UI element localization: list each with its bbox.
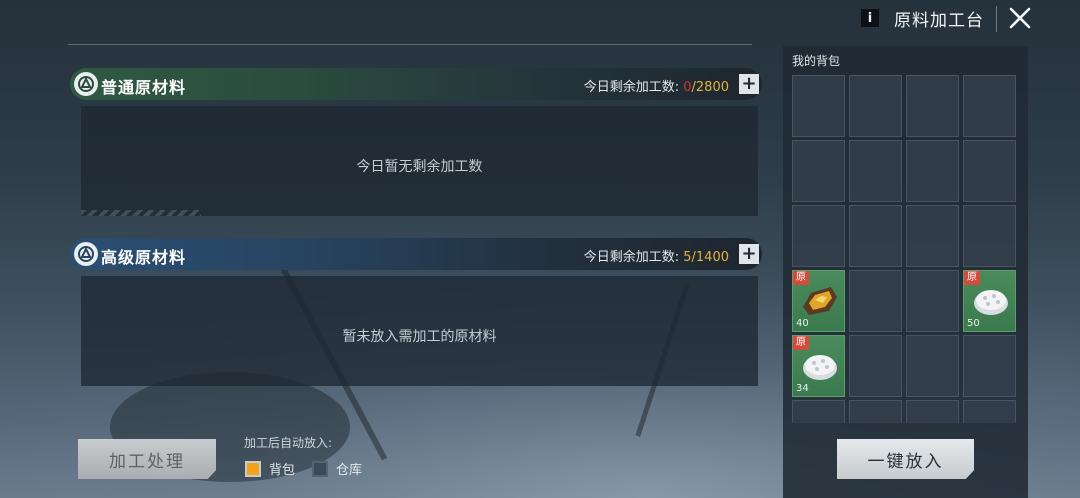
- backpack-slot[interactable]: [963, 335, 1016, 397]
- backpack-grid: 原 40 原 50 原 34: [792, 75, 1020, 423]
- item-count: 50: [967, 318, 980, 329]
- daily-quota: 今日剩余加工数: 0/2800: [584, 76, 729, 95]
- section-body: 今日暂无剩余加工数: [81, 106, 758, 216]
- divider: [68, 44, 752, 45]
- raw-material-tag: 原: [793, 271, 809, 285]
- checkbox-icon: [312, 460, 328, 477]
- backpack-slot[interactable]: [963, 400, 1016, 423]
- backpack-slot[interactable]: [963, 205, 1016, 267]
- one-click-fill-button[interactable]: 一键放入: [837, 439, 974, 479]
- quota-current: 5: [683, 250, 692, 265]
- checkbox-icon: [245, 460, 261, 477]
- empty-message: 今日暂无剩余加工数: [356, 159, 483, 175]
- option-label: 仓库: [336, 463, 363, 478]
- raw-material-tag: 原: [964, 271, 980, 285]
- section-title: 普通原材料: [101, 78, 187, 97]
- quota-current: 0: [683, 80, 692, 95]
- auto-place-label: 加工后自动放入:: [244, 436, 333, 450]
- item-count: 34: [796, 383, 809, 394]
- backpack-slot[interactable]: [906, 400, 959, 423]
- backpack-slot[interactable]: [849, 335, 902, 397]
- close-button[interactable]: [1005, 3, 1035, 33]
- silver-ore-icon: [972, 283, 1010, 317]
- wood-ore-icon: [801, 283, 839, 317]
- backpack-slot[interactable]: [963, 140, 1016, 202]
- process-button[interactable]: 加工处理: [78, 439, 216, 479]
- backpack-panel: 我的背包 原 40 原 50 原 34: [783, 46, 1028, 498]
- backpack-slot[interactable]: [849, 140, 902, 202]
- add-quota-button[interactable]: +: [739, 74, 759, 94]
- backpack-item[interactable]: 原 50: [963, 270, 1016, 332]
- quota-label: 今日剩余加工数:: [583, 80, 680, 95]
- backpack-slot[interactable]: [963, 75, 1016, 137]
- plus-icon: +: [741, 73, 757, 94]
- option-label: 背包: [269, 463, 296, 478]
- backpack-slot[interactable]: [849, 400, 902, 423]
- backpack-slot[interactable]: [906, 270, 959, 332]
- backpack-slot[interactable]: [906, 335, 959, 397]
- item-count: 40: [796, 318, 809, 329]
- quota-max: /1400: [691, 250, 729, 265]
- backpack-item[interactable]: 原 40: [792, 270, 845, 332]
- backpack-slot[interactable]: [792, 400, 845, 423]
- daily-quota: 今日剩余加工数: 5/1400: [584, 246, 729, 265]
- quota-label: 今日剩余加工数:: [583, 250, 680, 265]
- title-divider: [996, 6, 997, 32]
- section-title: 高级原材料: [101, 248, 187, 267]
- section-body: 暂未放入需加工的原材料: [81, 276, 758, 386]
- silver-ore-icon: [801, 348, 839, 382]
- backpack-slot[interactable]: [792, 75, 845, 137]
- section-header: 普通原材料 今日剩余加工数: 0/2800 +: [70, 68, 762, 100]
- backpack-slot[interactable]: [849, 270, 902, 332]
- info-button[interactable]: i: [861, 9, 879, 27]
- empty-message: 暂未放入需加工的原材料: [342, 329, 497, 345]
- plus-icon: +: [741, 243, 757, 264]
- backpack-slot[interactable]: [792, 140, 845, 202]
- backpack-item[interactable]: 原 34: [792, 335, 845, 397]
- material-category-icon: [74, 242, 98, 266]
- backpack-title: 我的背包: [792, 54, 841, 68]
- option-backpack[interactable]: 背包: [245, 459, 295, 478]
- backpack-slot[interactable]: [906, 75, 959, 137]
- stripe-decoration: [81, 210, 201, 216]
- backpack-slot[interactable]: [792, 205, 845, 267]
- backpack-slot[interactable]: [906, 140, 959, 202]
- material-category-icon: [74, 72, 98, 96]
- raw-material-tag: 原: [793, 336, 809, 350]
- backpack-slot[interactable]: [849, 205, 902, 267]
- section-header: 高级原材料 今日剩余加工数: 5/1400 +: [70, 238, 762, 270]
- backpack-slot[interactable]: [849, 75, 902, 137]
- add-quota-button[interactable]: +: [739, 244, 759, 264]
- page-title: 原料加工台: [894, 11, 984, 31]
- backpack-slot[interactable]: [906, 205, 959, 267]
- close-icon: [1009, 7, 1031, 29]
- option-warehouse[interactable]: 仓库: [312, 459, 362, 478]
- quota-max: /2800: [691, 80, 729, 95]
